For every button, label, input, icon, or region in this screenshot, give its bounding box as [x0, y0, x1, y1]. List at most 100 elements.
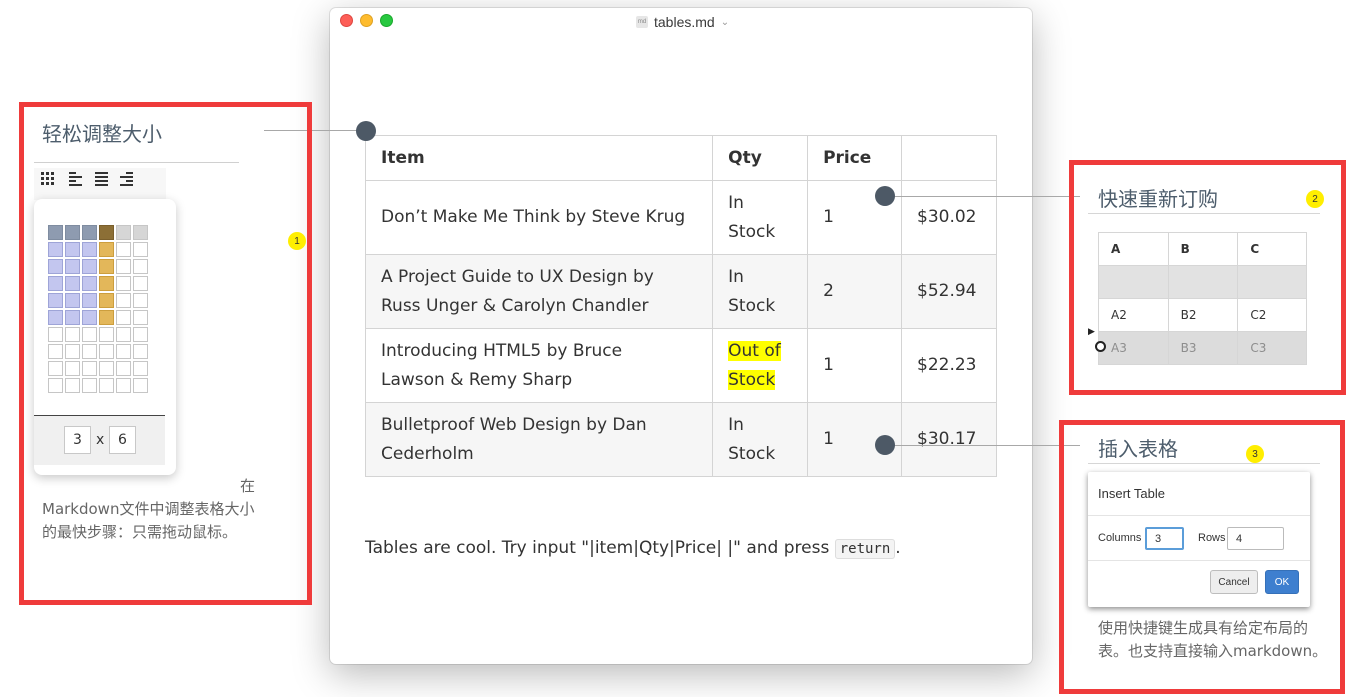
grid-cell[interactable] — [116, 225, 131, 240]
grid-cell[interactable] — [82, 344, 97, 359]
grid-cell[interactable] — [116, 310, 131, 325]
grid-cell[interactable] — [133, 310, 148, 325]
rows-size-input[interactable]: 6 — [109, 426, 136, 454]
cell-price[interactable]: 2 — [807, 254, 902, 329]
chevron-down-icon[interactable]: ⌄ — [721, 17, 729, 28]
header-item[interactable]: Item — [364, 135, 714, 181]
grid-cell[interactable] — [65, 293, 80, 308]
grid-cell[interactable] — [116, 327, 131, 342]
grid-cell[interactable] — [82, 327, 97, 342]
grid-cell[interactable] — [82, 293, 97, 308]
grid-cell[interactable] — [48, 378, 63, 393]
markdown-table[interactable]: Item Qty Price Don’t Make Me Think by St… — [364, 135, 997, 477]
grid-cell[interactable] — [99, 259, 114, 274]
grid-cell[interactable] — [82, 242, 97, 257]
grid-cell[interactable] — [116, 242, 131, 257]
grid-cell[interactable] — [133, 344, 148, 359]
mini-cell[interactable]: A2 — [1098, 298, 1169, 332]
grid-cell[interactable] — [99, 344, 114, 359]
table-row[interactable]: A2 B2 C2 — [1098, 298, 1307, 332]
grid-cell[interactable] — [82, 276, 97, 291]
reorder-handle-dot[interactable] — [875, 186, 895, 206]
grid-cell[interactable] — [116, 276, 131, 291]
mini-header[interactable]: A — [1098, 232, 1169, 266]
align-center-icon[interactable] — [95, 172, 109, 186]
cell-item[interactable]: Don’t Make Me Think by Steve Krug — [364, 180, 714, 255]
zoom-window-button[interactable] — [380, 14, 393, 27]
grid-cell[interactable] — [116, 378, 131, 393]
mini-header[interactable]: B — [1167, 232, 1239, 266]
grid-cell[interactable] — [82, 225, 97, 240]
grid-cell[interactable] — [65, 378, 80, 393]
grid-cell[interactable] — [65, 361, 80, 376]
grid-cell[interactable] — [48, 293, 63, 308]
close-window-button[interactable] — [340, 14, 353, 27]
grid-cell[interactable] — [65, 344, 80, 359]
dragging-row[interactable]: A3 B3 C3 — [1098, 331, 1307, 365]
ok-button[interactable]: OK — [1265, 570, 1299, 594]
grid-cell[interactable] — [133, 378, 148, 393]
grid-cell[interactable] — [133, 225, 148, 240]
cancel-button[interactable]: Cancel — [1210, 570, 1258, 594]
cell-qty[interactable]: In Stock — [712, 402, 809, 477]
grid-cell[interactable] — [99, 310, 114, 325]
mini-cell[interactable]: C3 — [1237, 331, 1307, 365]
insert-handle-dot[interactable] — [875, 435, 895, 455]
grid-cell[interactable] — [99, 242, 114, 257]
cell-price[interactable]: 1 — [807, 328, 902, 403]
cell-qty[interactable]: Out of Stock — [712, 328, 809, 403]
grid-cell[interactable] — [116, 293, 131, 308]
align-left-icon[interactable] — [69, 172, 83, 186]
rows-field[interactable]: 4 — [1227, 527, 1284, 550]
header-empty[interactable] — [901, 135, 997, 181]
grid-cell[interactable] — [133, 242, 148, 257]
grid-cell[interactable] — [99, 327, 114, 342]
header-price[interactable]: Price — [807, 135, 902, 181]
align-right-icon[interactable] — [120, 172, 134, 186]
minimize-window-button[interactable] — [360, 14, 373, 27]
grid-cell[interactable] — [82, 361, 97, 376]
mini-cell[interactable]: A3 — [1098, 331, 1169, 365]
grid-cell[interactable] — [82, 259, 97, 274]
cell-item[interactable]: Bulletproof Web Design by Dan Cederholm — [364, 402, 714, 477]
grid-cell[interactable] — [65, 225, 80, 240]
grid-cell[interactable] — [133, 259, 148, 274]
drag-handle-icon[interactable] — [1095, 341, 1106, 352]
mini-header[interactable]: C — [1237, 232, 1307, 266]
grid-cell[interactable] — [65, 259, 80, 274]
grid-cell[interactable] — [65, 242, 80, 257]
grid-cell[interactable] — [99, 378, 114, 393]
grid-cell[interactable] — [133, 293, 148, 308]
columns-field[interactable]: 3 — [1145, 527, 1184, 550]
cell-qty[interactable]: In Stock — [712, 180, 809, 255]
mini-cell[interactable]: B2 — [1167, 298, 1239, 332]
grid-cell[interactable] — [133, 327, 148, 342]
mini-cell[interactable]: C2 — [1237, 298, 1307, 332]
grid-cell[interactable] — [48, 225, 63, 240]
grid-cell[interactable] — [99, 293, 114, 308]
table-resize-icon[interactable] — [41, 172, 55, 186]
resize-handle-dot[interactable] — [356, 121, 376, 141]
header-qty[interactable]: Qty — [712, 135, 809, 181]
cell-item[interactable]: A Project Guide to UX Design by Russ Unge… — [364, 254, 714, 329]
grid-cell[interactable] — [99, 225, 114, 240]
grid-cell[interactable] — [116, 344, 131, 359]
grid-cell[interactable] — [48, 310, 63, 325]
grid-cell[interactable] — [65, 327, 80, 342]
grid-cell[interactable] — [48, 361, 63, 376]
grid-cell[interactable] — [65, 310, 80, 325]
cell-item[interactable]: Introducing HTML5 by Bruce Lawson & Remy … — [364, 328, 714, 403]
grid-cell[interactable] — [99, 276, 114, 291]
grid-cell[interactable] — [48, 276, 63, 291]
grid-cell[interactable] — [65, 276, 80, 291]
paragraph[interactable]: Tables are cool. Try input "|item|Qty|Pr… — [365, 538, 901, 559]
cell-qty[interactable]: In Stock — [712, 254, 809, 329]
grid-cell[interactable] — [48, 259, 63, 274]
grid-cell[interactable] — [82, 378, 97, 393]
cell-amount[interactable]: $30.02 — [901, 180, 997, 255]
grid-cell[interactable] — [116, 361, 131, 376]
grid-cell[interactable] — [133, 361, 148, 376]
cell-amount[interactable]: $52.94 — [901, 254, 997, 329]
columns-size-input[interactable]: 3 — [64, 426, 91, 454]
grid-cell[interactable] — [133, 276, 148, 291]
